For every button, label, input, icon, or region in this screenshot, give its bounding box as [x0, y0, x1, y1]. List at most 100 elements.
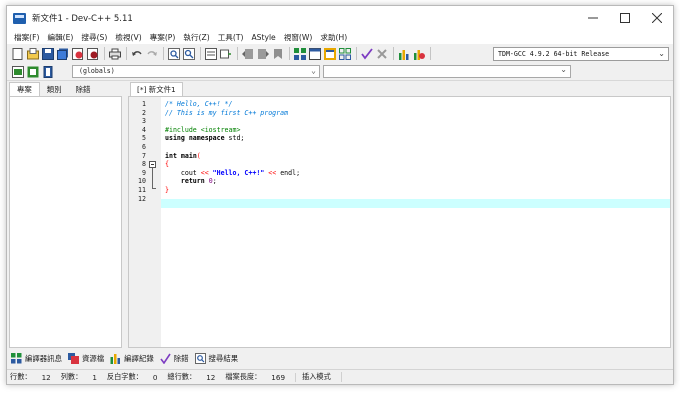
toggle-bookmark-button[interactable] [271, 47, 284, 60]
toolbar-separator [289, 47, 290, 60]
tab-classes[interactable]: 類別 [40, 83, 69, 96]
close-icon [652, 13, 662, 23]
compiler-select-value: TDM-GCC 4.9.2 64-bit Release [498, 50, 610, 58]
code-text: cout << "Hello, C++!" << endl; [165, 168, 301, 177]
menu-search[interactable]: 搜尋(S) [77, 32, 111, 43]
code-line: 5 using namespace std; [129, 134, 670, 143]
code-line: 3 [129, 117, 670, 126]
compiler-select[interactable]: TDM-GCC 4.9.2 64-bit Release ⌄ [493, 47, 669, 61]
code-text: return 0; [180, 177, 217, 186]
clean-button[interactable] [375, 47, 388, 60]
checkmark-icon [360, 47, 373, 59]
undo-icon [131, 50, 142, 56]
line-number: 9 [142, 168, 146, 177]
compile-run-icon [323, 47, 336, 60]
tab-find-results[interactable]: 搜尋結果 [194, 352, 239, 364]
fold-collapse-icon[interactable] [149, 160, 156, 168]
scope-select[interactable]: (globals) ⌄ [72, 65, 320, 78]
compile-button[interactable] [293, 47, 306, 60]
menu-execute[interactable]: 執行(Z) [179, 32, 213, 43]
chevron-down-icon: ⌄ [560, 65, 567, 74]
chevron-down-icon: ⌄ [311, 66, 316, 75]
replace-button[interactable] [182, 47, 195, 60]
delete-profile-button[interactable] [412, 47, 425, 60]
menu-view[interactable]: 檢視(V) [111, 32, 145, 43]
insert-button[interactable] [219, 47, 232, 60]
menu-window[interactable]: 視窗(W) [280, 32, 317, 43]
tab-debug[interactable]: 除錯 [69, 83, 98, 96]
save-button[interactable] [41, 47, 54, 60]
compile-run-button[interactable] [323, 47, 336, 60]
profile-button[interactable] [397, 47, 410, 60]
tab-project[interactable]: 專案 [9, 82, 40, 96]
class-browser-button[interactable] [41, 65, 54, 78]
minimize-button[interactable] [577, 6, 609, 30]
tab-resources[interactable]: 資源檔 [67, 352, 104, 364]
print-icon [108, 48, 121, 59]
close-all-button[interactable] [86, 47, 99, 60]
indent-button[interactable] [241, 47, 254, 60]
toolbar-separator [200, 47, 201, 60]
menu-tools[interactable]: 工具(T) [214, 32, 248, 43]
status-line-label: 行數： [10, 372, 32, 381]
toolbar-separator [356, 47, 357, 60]
menu-edit[interactable]: 編輯(E) [43, 32, 77, 43]
code-text: /* Hello, C++! */ [165, 100, 233, 108]
goto-line-icon [204, 47, 217, 60]
project-tree[interactable] [9, 96, 122, 348]
syntax-check-button[interactable] [360, 47, 373, 60]
line-number: 3 [142, 117, 146, 126]
bottom-panel-tabs: 編譯器訊息 資源檔 編譯紀錄 除錯 搜尋結果 [7, 350, 244, 366]
status-insert-mode: 插入模式 [302, 372, 342, 382]
menu-file[interactable]: 檔案(F) [10, 32, 43, 43]
redo-button[interactable] [145, 47, 158, 60]
code-line: 1 /* Hello, C++! */ [129, 100, 670, 109]
close-file-button[interactable] [71, 47, 84, 60]
new-class-button[interactable] [11, 65, 24, 78]
status-length-value: 169 [271, 372, 297, 382]
status-col-value: 1 [92, 372, 97, 382]
goto-line-button[interactable] [204, 47, 217, 60]
find-button[interactable] [167, 47, 180, 60]
clean-x-icon [376, 48, 387, 59]
new-file-button[interactable] [11, 47, 24, 60]
status-line-value: 12 [41, 372, 51, 382]
menu-astyle[interactable]: AStyle [247, 33, 279, 42]
close-button[interactable] [641, 6, 673, 30]
code-text: using namespace std; [165, 134, 245, 143]
code-editor[interactable]: 1 /* Hello, C++! */ 2 // This is my firs… [128, 96, 671, 348]
tab-compiler-messages[interactable]: 編譯器訊息 [11, 352, 62, 364]
tab-label: 搜尋結果 [208, 353, 239, 363]
line-number: 4 [142, 125, 146, 134]
menu-project[interactable]: 專案(P) [146, 32, 180, 43]
tab-debug-output[interactable]: 除錯 [160, 353, 189, 364]
rebuild-button[interactable] [338, 47, 351, 60]
compile-icon [293, 47, 306, 60]
code-text: // This is my first C++ program [165, 108, 289, 117]
title-bar: 新文件1 - Dev-C++ 5.11 [7, 6, 673, 30]
status-bar: 行數： 12 列數： 1 反白字數： 0 總行數： 12 檔案長度： 169 插… [7, 369, 673, 384]
unindent-button[interactable] [256, 47, 269, 60]
open-folder-icon [26, 47, 39, 59]
print-button[interactable] [108, 47, 121, 60]
run-button[interactable] [308, 47, 321, 60]
tab-file-new1[interactable]: [*] 新文件1 [130, 82, 183, 96]
workspace: 專案 類別 除錯 [*] 新文件1 1 /* Hello, C++! */ 2 … [7, 82, 673, 348]
undo-button[interactable] [130, 47, 143, 60]
toolbar-separator [393, 47, 394, 60]
toolbar-separator [237, 47, 238, 60]
save-all-button[interactable] [56, 47, 69, 60]
insert-icon [219, 49, 231, 58]
line-number: 1 [142, 100, 146, 108]
left-panel: 專案 類別 除錯 [9, 82, 124, 348]
tab-compile-log[interactable]: 編譯紀錄 [110, 353, 154, 364]
menu-help[interactable]: 求助(H) [316, 32, 351, 43]
insert-class-button[interactable] [26, 65, 39, 78]
code-line: 10 return 0; [129, 177, 670, 186]
function-select[interactable]: ⌄ [323, 65, 571, 78]
toolbar-separator [430, 47, 431, 60]
open-project-button[interactable] [26, 47, 39, 60]
chevron-down-icon: ⌄ [658, 49, 665, 58]
class-toolbar: (globals) ⌄ ⌄ [7, 63, 673, 81]
maximize-button[interactable] [609, 6, 641, 30]
